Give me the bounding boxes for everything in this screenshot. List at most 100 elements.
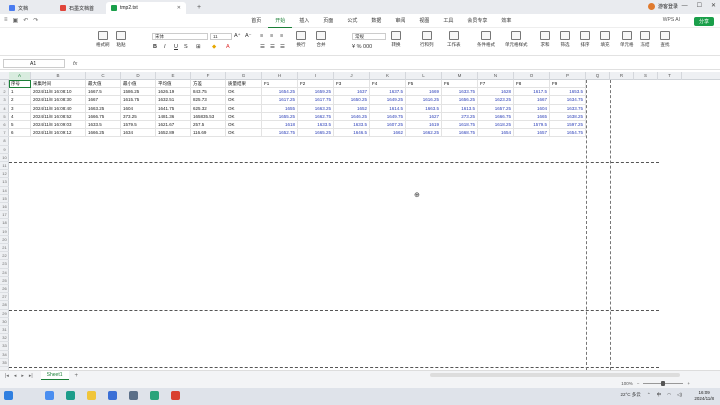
table-cell[interactable]: 1669 <box>406 88 442 97</box>
row-header[interactable]: 34 <box>0 351 9 359</box>
table-cell[interactable]: 1663.25 <box>298 104 334 113</box>
table-cell[interactable]: 257.5 <box>191 121 226 130</box>
volume-icon[interactable]: ◁) <box>677 392 682 398</box>
column-header[interactable]: P <box>550 72 586 80</box>
table-cell[interactable]: 1652 <box>334 104 370 113</box>
column-header[interactable]: M <box>442 72 478 80</box>
column-header[interactable]: R <box>610 72 634 80</box>
table-cell[interactable]: 843.75 <box>191 88 226 97</box>
fx-icon[interactable]: fx <box>73 61 77 67</box>
table-cell[interactable]: OK <box>226 121 262 130</box>
column-header[interactable]: H <box>262 72 298 80</box>
table-cell[interactable]: 1652.89 <box>156 129 191 138</box>
table-cell[interactable]: 1634.75 <box>550 96 586 105</box>
table-cell[interactable]: 1666.25 <box>86 129 121 138</box>
table-cell[interactable]: 质量结果 <box>226 80 262 89</box>
zoom-thumb[interactable] <box>661 380 666 386</box>
close-window-icon[interactable]: ✕ <box>711 2 716 9</box>
align-middle-icon[interactable]: ≡ <box>270 33 273 39</box>
table-cell[interactable]: OK <box>226 129 262 138</box>
table-cell[interactable]: F6 <box>442 80 478 89</box>
menu-icon[interactable]: ≡ <box>4 17 8 24</box>
table-cell[interactable]: 1623.25 <box>478 96 514 105</box>
menu-formula[interactable]: 公式 <box>340 14 364 28</box>
tab-docs[interactable]: 文档 <box>4 2 52 14</box>
table-cell[interactable]: 3 <box>9 104 31 113</box>
menu-data[interactable]: 数据 <box>364 14 388 28</box>
font-size-select[interactable]: 11 <box>210 33 232 40</box>
minimize-icon[interactable]: — <box>682 3 688 9</box>
next-sheet-icon[interactable]: ▸ <box>21 373 24 379</box>
currency-icon[interactable]: ¥ % 000 <box>352 44 372 50</box>
row-header[interactable]: 11 <box>0 162 9 171</box>
table-cell[interactable]: OK <box>226 112 262 121</box>
row-header[interactable]: 6 <box>0 121 9 130</box>
table-cell[interactable]: 5 <box>9 121 31 130</box>
table-cell[interactable]: 1657.25 <box>478 104 514 113</box>
table-cell[interactable]: 1650.25 <box>334 96 370 105</box>
zoom-level[interactable]: 100% <box>621 381 633 386</box>
font-grow-icon[interactable]: A⁺ <box>234 33 241 39</box>
align-left-icon[interactable]: ☰ <box>260 44 265 50</box>
table-cell[interactable]: 1655.25 <box>262 112 298 121</box>
row-header[interactable]: 18 <box>0 219 9 228</box>
row-header[interactable]: 5 <box>0 113 9 121</box>
table-cell[interactable]: F1 <box>262 80 298 89</box>
menu-member[interactable]: 会员专享 <box>460 14 494 28</box>
font-name-select[interactable]: 宋体 <box>152 33 208 40</box>
clock[interactable]: 16:09 2024/11/8 <box>694 390 714 402</box>
table-cell[interactable]: 165835.53 <box>191 112 226 121</box>
conditional-format-button[interactable]: 条件格式 <box>477 31 495 48</box>
table-cell[interactable]: 1654.75 <box>550 129 586 138</box>
table-cell[interactable]: F4 <box>370 80 406 89</box>
user-area[interactable]: 游客登录 <box>648 3 678 10</box>
column-header[interactable]: O <box>514 72 550 80</box>
row-header[interactable]: 10 <box>0 154 9 162</box>
row-header[interactable]: 17 <box>0 211 9 220</box>
new-tab-button[interactable]: + <box>197 4 201 11</box>
table-cell[interactable]: 1637 <box>334 88 370 97</box>
table-cell[interactable]: 最小值 <box>121 80 156 89</box>
table-cell[interactable]: 1481.36 <box>156 112 191 121</box>
menu-review[interactable]: 审阅 <box>388 14 412 28</box>
row-header[interactable]: 12 <box>0 170 9 179</box>
column-header[interactable]: D <box>121 72 156 80</box>
align-right-icon[interactable]: ☰ <box>280 44 285 50</box>
number-format-select[interactable]: 常规 <box>352 33 386 40</box>
table-cell[interactable]: 1646.5 <box>334 129 370 138</box>
search-icon[interactable] <box>45 391 54 400</box>
column-header[interactable]: T <box>658 72 682 80</box>
table-cell[interactable]: OK <box>226 96 262 105</box>
table-cell[interactable]: 1607.25 <box>370 121 406 130</box>
table-cell[interactable]: 1663.5 <box>406 104 442 113</box>
tab-tmp2[interactable]: tmp2.txt ✕ <box>106 2 186 14</box>
row-header[interactable]: 16 <box>0 203 9 212</box>
table-cell[interactable]: 1668.75 <box>442 129 478 138</box>
ime-indicator[interactable]: 中 <box>657 392 662 398</box>
italic-icon[interactable]: I <box>164 44 166 50</box>
table-cell[interactable]: 1649.25 <box>370 96 406 105</box>
table-cell[interactable]: 方差 <box>191 80 226 89</box>
column-header[interactable]: E <box>156 72 191 80</box>
row-header[interactable]: 15 <box>0 195 9 203</box>
underline-icon[interactable]: U <box>174 44 178 50</box>
row-header[interactable]: 19 <box>0 228 9 236</box>
row-header[interactable]: 30 <box>0 318 9 326</box>
table-cell[interactable]: 1633.75 <box>550 104 586 113</box>
table-cell[interactable]: 2024/11/8 16:08:30 <box>31 96 86 105</box>
table-cell[interactable]: 1656.25 <box>442 96 478 105</box>
menu-start[interactable]: 开始 <box>268 14 293 28</box>
redo-icon[interactable]: ↷ <box>33 17 38 24</box>
column-header[interactable]: A <box>9 72 31 80</box>
table-cell[interactable]: 1659.25 <box>298 88 334 97</box>
strike-icon[interactable]: S <box>184 44 188 50</box>
zoom-slider[interactable] <box>643 380 684 386</box>
horizontal-scrollbar[interactable] <box>430 373 680 377</box>
column-header[interactable]: Q <box>586 72 610 80</box>
table-cell[interactable]: 6 <box>9 129 31 138</box>
table-cell[interactable]: 1613.5 <box>442 104 478 113</box>
paste-button[interactable]: 粘贴 <box>116 31 126 48</box>
tray-up-icon[interactable]: ⌃ <box>647 392 651 398</box>
table-cell[interactable]: F5 <box>406 80 442 89</box>
table-cell[interactable]: F8 <box>514 80 550 89</box>
